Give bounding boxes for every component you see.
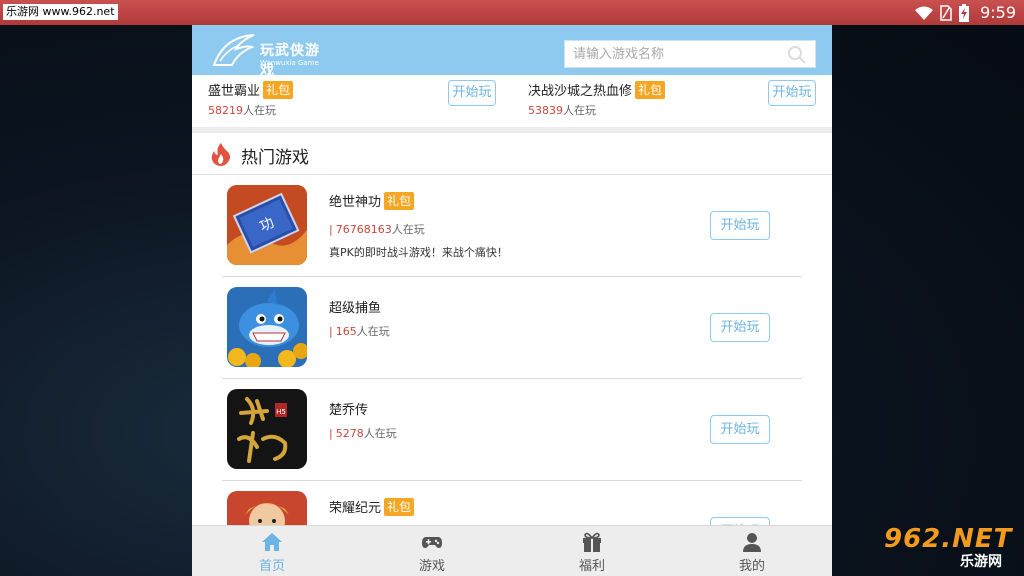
- search-box: [564, 40, 816, 68]
- player-count-suffix: 人在玩: [243, 104, 276, 117]
- gift-badge: 礼包: [635, 80, 666, 99]
- scroll-game-icon[interactable]: 功: [227, 185, 307, 265]
- start-play-button[interactable]: 开始玩: [710, 415, 770, 444]
- nav-label: 游戏: [418, 559, 445, 574]
- start-play-button[interactable]: 开始玩: [768, 80, 816, 106]
- chuqiao-game-icon[interactable]: H5: [227, 389, 307, 469]
- shark-game-icon[interactable]: [227, 287, 307, 367]
- gift-icon: [583, 532, 601, 552]
- list-item[interactable]: H5 楚乔传 | 5278人在玩 开始玩: [222, 379, 802, 481]
- nav-label: 我的: [738, 559, 765, 574]
- home-icon: [262, 533, 282, 551]
- nav-item-games[interactable]: 游戏: [352, 526, 512, 576]
- wifi-icon: [915, 6, 934, 20]
- player-count: 53839人在玩: [528, 102, 596, 118]
- brand-watermark-bottom: 乐游网: [960, 554, 1002, 570]
- start-play-button[interactable]: 开始玩: [448, 80, 496, 106]
- featured-game[interactable]: 决战沙城之热血修 礼包 53839人在玩 开始玩: [512, 75, 832, 127]
- start-play-button[interactable]: 开始玩: [710, 313, 770, 342]
- game-name: 决战沙城之热血修: [528, 84, 633, 99]
- brand-watermark-top: 962.NET: [884, 524, 1013, 554]
- player-count-number: 76768163: [335, 223, 392, 236]
- brand-watermark: 962.NET 乐游网: [884, 524, 1018, 572]
- player-count: | 165人在玩: [329, 323, 390, 339]
- gift-badge: 礼包: [384, 191, 415, 210]
- search-input[interactable]: [565, 41, 775, 67]
- game-title: 楚乔传: [329, 399, 368, 418]
- player-count-suffix: 人在玩: [356, 325, 390, 338]
- game-name: 绝世神功: [329, 195, 382, 210]
- fire-icon: [211, 143, 230, 166]
- user-icon: [743, 533, 761, 552]
- status-icons: 9:59: [914, 0, 1016, 25]
- svg-text:H5: H5: [276, 408, 286, 416]
- nav-label: 首页: [258, 559, 285, 574]
- list-item[interactable]: 超级捕鱼 | 165人在玩 开始玩: [222, 277, 802, 379]
- gamepad-icon: [422, 537, 442, 548]
- game-title: 超级捕鱼: [329, 297, 381, 316]
- game-name: 盛世霸业: [208, 84, 261, 99]
- game-title: 荣耀纪元 礼包: [329, 497, 415, 516]
- game-name: 荣耀纪元: [329, 501, 382, 516]
- game-title: 绝世神功 礼包: [329, 191, 415, 210]
- game-description: 真PK的即时战斗游戏！来战个痛快！: [329, 246, 508, 259]
- battery-charging-icon: [959, 3, 970, 22]
- player-count: 58219人在玩: [208, 102, 276, 118]
- logo[interactable]: 玩武侠游戏 Wanwuxia Game: [210, 31, 330, 79]
- game-title: 决战沙城之热血修 礼包: [528, 80, 666, 99]
- gift-badge: 礼包: [384, 497, 415, 516]
- hot-games-list: 功 绝世神功 礼包 | 76768163人在玩 真PK的即时战斗游戏！来战个痛快！…: [222, 175, 802, 576]
- player-count: | 5278人在玩: [329, 425, 397, 441]
- player-count-number: 58219: [208, 104, 243, 117]
- player-count: | 76768163人在玩: [329, 221, 425, 237]
- player-count-number: 53839: [528, 104, 563, 117]
- app-header: 玩武侠游戏 Wanwuxia Game: [192, 25, 832, 79]
- hot-games-header: 热门游戏: [192, 133, 832, 175]
- clock: 9:59: [980, 3, 1016, 22]
- game-name: 超级捕鱼: [329, 301, 382, 316]
- nav-item-profile[interactable]: 我的: [672, 526, 832, 576]
- search-icon[interactable]: [787, 45, 807, 65]
- dragon-logo-icon: [212, 34, 255, 66]
- scroll-art-icon: 功: [227, 185, 307, 265]
- nav-label: 福利: [578, 559, 605, 574]
- player-count-suffix: 人在玩: [563, 104, 596, 117]
- featured-games-row: 盛世霸业 礼包 58219人在玩 开始玩 决战沙城之热血修 礼包 53839人在…: [192, 75, 832, 127]
- app-window: 玩武侠游戏 Wanwuxia Game 盛世霸业 礼包 58219人在玩 开始玩…: [192, 25, 832, 576]
- nav-item-welfare[interactable]: 福利: [512, 526, 672, 576]
- featured-game[interactable]: 盛世霸业 礼包 58219人在玩 开始玩: [192, 75, 512, 127]
- player-count-number: 165: [335, 325, 357, 338]
- status-bar: 乐游网 www.962.net 9:59: [0, 0, 1024, 25]
- player-count-number: 5278: [335, 427, 364, 440]
- game-title: 盛世霸业 礼包: [208, 80, 294, 99]
- player-count-suffix: 人在玩: [391, 223, 425, 236]
- count-marker: |: [329, 223, 333, 236]
- count-marker: |: [329, 325, 333, 338]
- shark-art-icon: [227, 287, 307, 367]
- gift-badge: 礼包: [263, 80, 294, 99]
- bottom-nav: 首页 游戏 福利 我的: [192, 525, 832, 576]
- calligraphy-art-icon: H5: [227, 389, 307, 469]
- section-title: 热门游戏: [241, 148, 309, 168]
- start-play-button[interactable]: 开始玩: [710, 211, 770, 240]
- list-item[interactable]: 功 绝世神功 礼包 | 76768163人在玩 真PK的即时战斗游戏！来战个痛快！…: [222, 175, 802, 277]
- site-watermark: 乐游网 www.962.net: [3, 4, 118, 20]
- no-sim-icon: [940, 4, 952, 21]
- player-count-suffix: 人在玩: [363, 427, 397, 440]
- game-name: 楚乔传: [329, 403, 369, 418]
- logo-subtitle: Wanwuxia Game: [260, 59, 319, 67]
- nav-item-home[interactable]: 首页: [192, 526, 352, 576]
- count-marker: |: [329, 427, 333, 440]
